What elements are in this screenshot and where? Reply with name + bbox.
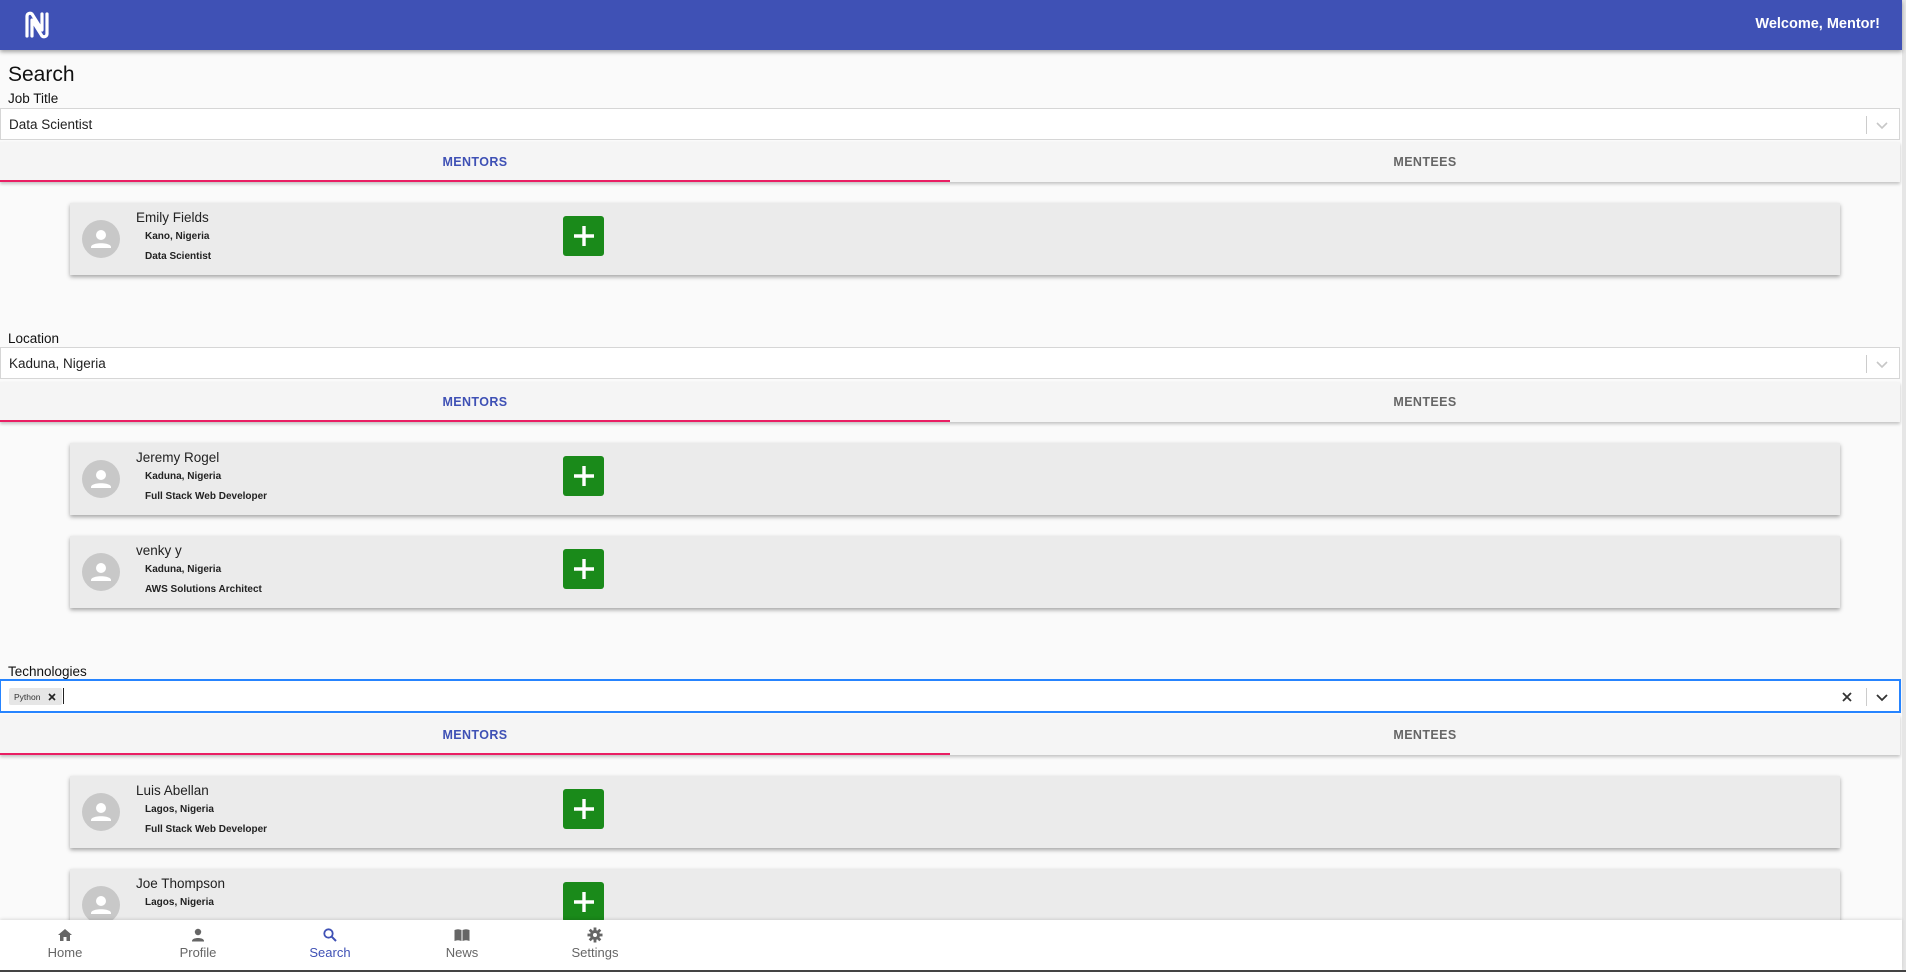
scrollbar[interactable] <box>1902 0 1906 972</box>
tab-indicator <box>0 753 950 755</box>
plus-icon <box>573 559 594 579</box>
text-caret <box>63 688 64 704</box>
search-page: Search Job Title Data Scientist MENTORS … <box>0 50 1902 920</box>
mentor-job: Data Scientist <box>145 251 212 262</box>
location-select[interactable]: Kaduna, Nigeria <box>0 347 1900 379</box>
nav-search[interactable]: Search <box>270 926 390 968</box>
mentor-name: Luis Abellan <box>136 783 209 798</box>
chip-label: Python <box>14 691 41 702</box>
avatar <box>82 460 120 498</box>
chip-remove-icon[interactable] <box>45 690 59 704</box>
plus-icon <box>573 226 594 246</box>
nav-news[interactable]: News <box>402 926 522 968</box>
bottom-navigation: Home Profile Search News Settings <box>0 920 1902 970</box>
select-divider <box>1866 688 1867 706</box>
mentor-job: AWS Solutions Architect <box>145 584 262 595</box>
add-mentor-button[interactable] <box>563 456 604 496</box>
nav-label: News <box>445 945 479 960</box>
clear-icon[interactable] <box>1839 689 1855 705</box>
nav-home[interactable]: Home <box>5 926 125 968</box>
tab-mentees[interactable]: MENTEES <box>950 715 1900 755</box>
job-title-tabs: MENTORS MENTEES <box>0 142 1900 182</box>
mentor-location: Kaduna, Nigeria <box>145 471 222 482</box>
book-icon <box>454 929 470 941</box>
mentor-card[interactable]: venky y Kaduna, Nigeria AWS Solutions Ar… <box>70 536 1840 608</box>
person-icon <box>91 803 111 821</box>
mentor-name: venky y <box>136 543 182 558</box>
plus-icon <box>573 799 594 819</box>
search-icon <box>323 928 337 942</box>
technologies-multiselect[interactable]: Python <box>0 680 1900 712</box>
avatar <box>82 553 120 591</box>
technologies-label: Technologies <box>8 664 87 679</box>
add-mentor-button[interactable] <box>563 549 604 589</box>
nav-label: Search <box>309 945 351 960</box>
person-icon <box>192 928 204 942</box>
mentor-name: Jeremy Rogel <box>136 450 220 465</box>
job-title-value: Data Scientist <box>9 117 93 132</box>
location-value: Kaduna, Nigeria <box>9 356 106 371</box>
select-divider <box>1866 116 1867 134</box>
mentor-job: Full Stack Web Developer <box>145 491 268 502</box>
person-icon <box>91 230 111 248</box>
mentor-location: Lagos, Nigeria <box>145 897 214 908</box>
chevron-down-icon[interactable] <box>1874 356 1890 372</box>
mentor-card[interactable]: Emily Fields Kano, Nigeria Data Scientis… <box>70 203 1840 275</box>
technology-chip: Python <box>9 688 63 705</box>
plus-icon <box>573 466 594 486</box>
mentor-job: Full Stack Web Developer <box>145 824 268 835</box>
welcome-message: Welcome, Mentor! <box>1755 16 1880 32</box>
location-tabs: MENTORS MENTEES <box>0 382 1900 422</box>
location-label: Location <box>8 331 60 346</box>
mentor-name: Joe Thompson <box>136 876 226 891</box>
avatar <box>82 220 120 258</box>
nav-label: Settings <box>571 945 619 960</box>
mentor-location: Kano, Nigeria <box>145 231 210 242</box>
plus-icon <box>573 892 594 912</box>
mentor-card[interactable]: Joe Thompson Lagos, Nigeria <box>70 869 1840 920</box>
add-mentor-button[interactable] <box>563 882 604 920</box>
person-icon <box>91 896 111 914</box>
technologies-tabs: MENTORS MENTEES <box>0 715 1900 755</box>
person-icon <box>91 563 111 581</box>
chevron-down-icon[interactable] <box>1874 117 1890 133</box>
tab-mentees[interactable]: MENTEES <box>950 142 1900 182</box>
chevron-down-icon[interactable] <box>1874 689 1890 705</box>
nav-label: Home <box>47 945 83 960</box>
tab-mentees[interactable]: MENTEES <box>950 382 1900 422</box>
mentor-card[interactable]: Jeremy Rogel Kaduna, Nigeria Full Stack … <box>70 443 1840 515</box>
home-icon <box>58 929 72 941</box>
job-title-label: Job Title <box>8 91 59 106</box>
mentor-card[interactable]: Luis Abellan Lagos, Nigeria Full Stack W… <box>70 776 1840 848</box>
mentor-name: Emily Fields <box>136 210 209 225</box>
mentor-location: Kaduna, Nigeria <box>145 564 222 575</box>
avatar <box>82 886 120 920</box>
n-logo-icon[interactable] <box>20 8 54 42</box>
person-icon <box>91 470 111 488</box>
tab-mentors[interactable]: MENTORS <box>0 382 950 422</box>
gear-icon <box>587 927 603 943</box>
mentor-location: Lagos, Nigeria <box>145 804 214 815</box>
job-title-select[interactable]: Data Scientist <box>0 108 1900 140</box>
avatar <box>82 793 120 831</box>
tab-indicator <box>0 180 950 182</box>
tab-mentors[interactable]: MENTORS <box>0 715 950 755</box>
add-mentor-button[interactable] <box>563 216 604 256</box>
tab-mentors[interactable]: MENTORS <box>0 142 950 182</box>
nav-label: Profile <box>179 945 217 960</box>
nav-settings[interactable]: Settings <box>535 926 655 968</box>
page-title: Search <box>8 63 75 86</box>
tab-indicator <box>0 420 950 422</box>
nav-profile[interactable]: Profile <box>138 926 258 968</box>
top-app-bar: Welcome, Mentor! <box>0 0 1902 50</box>
select-divider <box>1866 355 1867 373</box>
add-mentor-button[interactable] <box>563 789 604 829</box>
